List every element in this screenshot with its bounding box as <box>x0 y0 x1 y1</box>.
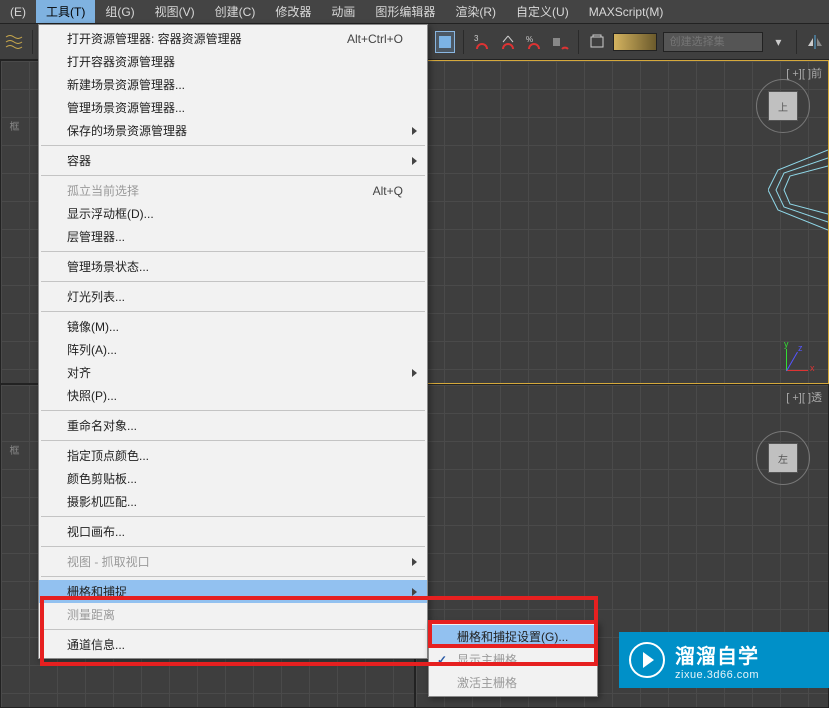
menu-channel-info[interactable]: 通道信息... <box>39 633 427 656</box>
submenu-activate-home-grid[interactable]: 激活主栅格 <box>429 671 597 694</box>
watermark: 溜溜自学 zixue.3d66.com <box>619 632 829 688</box>
menu-separator <box>41 546 425 547</box>
viewcube[interactable]: 左 <box>768 443 798 473</box>
menu-light-lister[interactable]: 灯光列表... <box>39 285 427 308</box>
menu-separator <box>41 175 425 176</box>
toolbar-separator <box>32 30 33 54</box>
tool-icon-1[interactable] <box>4 31 24 53</box>
submenu-show-home-grid[interactable]: 显示主栅格 <box>429 648 597 671</box>
play-icon <box>629 642 665 678</box>
viewport-label: 框 <box>5 445 20 457</box>
menu-separator <box>41 410 425 411</box>
viewport-label: 框 <box>5 121 20 133</box>
toolbar-separator <box>796 30 797 54</box>
menu-modifiers[interactable]: 修改器 <box>265 0 321 23</box>
menu-separator <box>41 251 425 252</box>
menu-bar: (E) 工具(T) 组(G) 视图(V) 创建(C) 修改器 动画 图形编辑器 … <box>0 0 829 24</box>
menu-separator <box>41 311 425 312</box>
menu-containers[interactable]: 容器 <box>39 149 427 172</box>
menu-separator <box>41 440 425 441</box>
menu-edit[interactable]: (E) <box>0 0 36 23</box>
menu-camera-match[interactable]: 摄影机匹配... <box>39 490 427 513</box>
menu-rename-objects[interactable]: 重命名对象... <box>39 414 427 437</box>
tools-menu-dropdown: 打开资源管理器: 容器资源管理器Alt+Ctrl+O 打开容器资源管理器 新建场… <box>38 24 428 659</box>
menu-new-scene-explorer[interactable]: 新建场景资源管理器... <box>39 73 427 96</box>
menu-separator <box>41 145 425 146</box>
menu-create[interactable]: 创建(C) <box>205 0 266 23</box>
svg-text:%: % <box>526 35 533 44</box>
menu-grab-viewport[interactable]: 视图 - 抓取视口 <box>39 550 427 573</box>
menu-saved-scene-explorers[interactable]: 保存的场景资源管理器 <box>39 119 427 142</box>
menu-maxscript[interactable]: MAXScript(M) <box>579 0 674 23</box>
menu-isolate-selection[interactable]: 孤立当前选择Alt+Q <box>39 179 427 202</box>
viewport-grid <box>416 61 829 383</box>
grids-snaps-submenu: 栅格和捕捉设置(G)... 显示主栅格 激活主栅格 <box>428 622 598 697</box>
toolbar-separator <box>463 30 464 54</box>
named-selection-icon[interactable] <box>587 31 607 53</box>
viewport-top-right[interactable]: [ +][ ]前 上 xyz <box>415 60 829 384</box>
snap-spinner-icon[interactable] <box>550 31 570 53</box>
menu-snapshot[interactable]: 快照(P)... <box>39 384 427 407</box>
menu-open-explorer[interactable]: 打开资源管理器: 容器资源管理器Alt+Ctrl+O <box>39 27 427 50</box>
watermark-subtitle: zixue.3d66.com <box>675 669 759 681</box>
svg-text:3: 3 <box>474 34 479 43</box>
menu-graph-editors[interactable]: 图形编辑器 <box>365 0 445 23</box>
menu-array[interactable]: 阵列(A)... <box>39 338 427 361</box>
menu-assign-vertex-colors[interactable]: 指定顶点颜色... <box>39 444 427 467</box>
viewport-selector-icon[interactable] <box>435 31 455 53</box>
menu-viewport-canvas[interactable]: 视口画布... <box>39 520 427 543</box>
menu-separator <box>41 576 425 577</box>
snap-3-icon[interactable]: 3 <box>472 31 492 53</box>
menu-separator <box>41 629 425 630</box>
menu-customize[interactable]: 自定义(U) <box>506 0 579 23</box>
menu-align[interactable]: 对齐 <box>39 361 427 384</box>
menu-measure-distance[interactable]: 测量距离 <box>39 603 427 626</box>
menu-group[interactable]: 组(G) <box>95 0 144 23</box>
menu-tools[interactable]: 工具(T) <box>36 0 95 23</box>
menu-mirror[interactable]: 镜像(M)... <box>39 315 427 338</box>
viewport-label: [ +][ ]透 <box>786 389 822 405</box>
menu-display-floater[interactable]: 显示浮动框(D)... <box>39 202 427 225</box>
viewport-label: [ +][ ]前 <box>786 65 822 81</box>
menu-views[interactable]: 视图(V) <box>145 0 205 23</box>
menu-open-container-explorer[interactable]: 打开容器资源管理器 <box>39 50 427 73</box>
menu-render[interactable]: 渲染(R) <box>445 0 506 23</box>
snap-angle-icon[interactable] <box>498 31 518 53</box>
menu-separator <box>41 516 425 517</box>
watermark-title: 溜溜自学 <box>675 640 759 669</box>
menu-separator <box>41 281 425 282</box>
snap-percent-icon[interactable]: % <box>524 31 544 53</box>
menu-grids-and-snaps[interactable]: 栅格和捕捉 <box>39 580 427 603</box>
selection-set-input[interactable] <box>663 32 763 52</box>
menu-manage-scene-explorer[interactable]: 管理场景资源管理器... <box>39 96 427 119</box>
viewcube[interactable]: 上 <box>768 91 798 121</box>
menu-layer-manager[interactable]: 层管理器... <box>39 225 427 248</box>
brush-swatch[interactable] <box>613 33 657 51</box>
menu-manage-scene-states[interactable]: 管理场景状态... <box>39 255 427 278</box>
submenu-grid-snap-settings[interactable]: 栅格和捕捉设置(G)... <box>429 625 597 648</box>
dropdown-arrow-icon[interactable]: ▾ <box>769 31 789 53</box>
axis-gizmo: xyz <box>786 341 816 371</box>
toolbar-separator <box>578 30 579 54</box>
mirror-icon[interactable] <box>805 31 825 53</box>
menu-animation[interactable]: 动画 <box>321 0 365 23</box>
menu-color-clipboard[interactable]: 颜色剪贴板... <box>39 467 427 490</box>
